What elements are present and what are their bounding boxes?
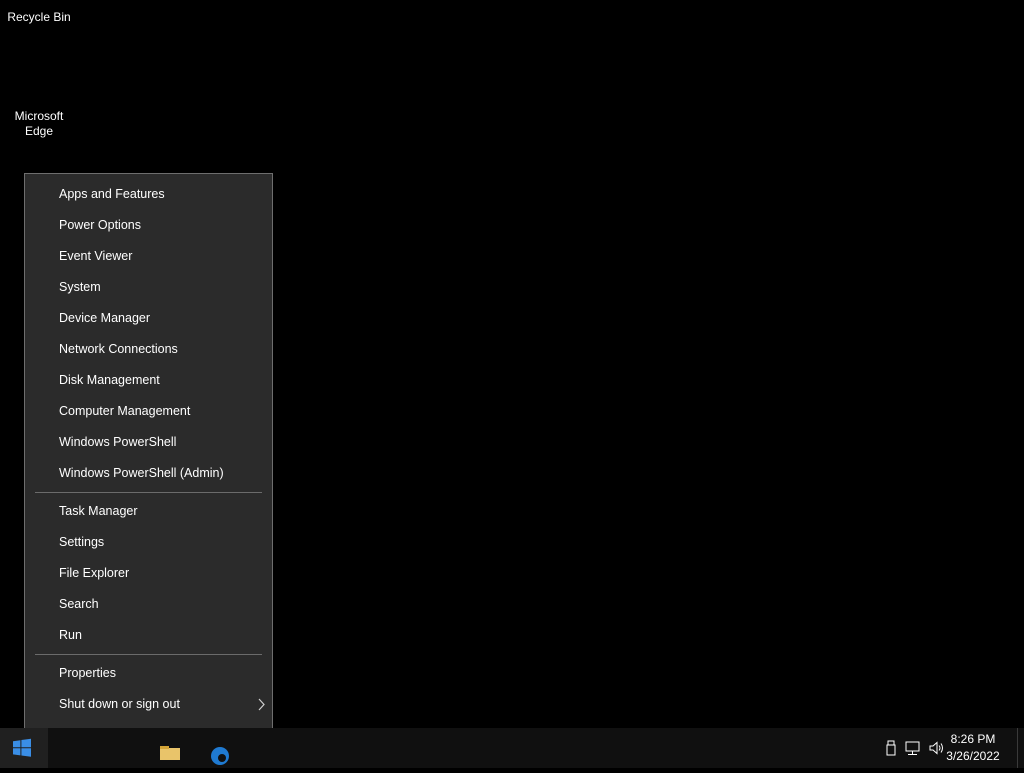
- menu-item-event-viewer[interactable]: Event Viewer: [25, 241, 272, 272]
- menu-item-disk-management[interactable]: Disk Management: [25, 365, 272, 396]
- edge-label-line2: Edge: [24, 124, 54, 138]
- edge-icon: [211, 747, 229, 765]
- menu-item-computer-management[interactable]: Computer Management: [25, 396, 272, 427]
- menu-group-shell-tools: Task Manager Settings File Explorer Sear…: [25, 496, 272, 651]
- winx-context-menu: Apps and Features Power Options Event Vi…: [24, 173, 273, 753]
- menu-separator: [35, 492, 262, 493]
- menu-item-run[interactable]: Run: [25, 620, 272, 651]
- menu-item-device-manager[interactable]: Device Manager: [25, 303, 272, 334]
- menu-item-search[interactable]: Search: [25, 589, 272, 620]
- menu-item-power-options[interactable]: Power Options: [25, 210, 272, 241]
- taskbar-app-edge[interactable]: [200, 728, 240, 768]
- edge-label-line1: Microsoft: [14, 109, 64, 123]
- menu-item-shut-down-or-sign-out[interactable]: Shut down or sign out: [25, 689, 272, 720]
- menu-item-system[interactable]: System: [25, 272, 272, 303]
- recycle-bin-label: Recycle Bin: [7, 10, 71, 24]
- microsoft-edge-shortcut[interactable]: Microsoft Edge: [1, 109, 77, 139]
- menu-item-shut-down-label: Shut down or sign out: [59, 697, 180, 711]
- menu-item-file-explorer[interactable]: File Explorer: [25, 558, 272, 589]
- clock-date: 3/26/2022: [946, 749, 1000, 763]
- recycle-bin-shortcut[interactable]: Recycle Bin: [1, 10, 77, 25]
- menu-item-network-connections[interactable]: Network Connections: [25, 334, 272, 365]
- menu-item-apps-and-features[interactable]: Apps and Features: [25, 179, 272, 210]
- taskbar-clock[interactable]: 8:26 PM 3/26/2022: [938, 731, 1008, 765]
- network-icon[interactable]: [904, 740, 922, 756]
- taskbar-app-file-explorer[interactable]: [150, 728, 190, 768]
- desktop: Recycle Bin Microsoft Edge Apps and Feat…: [0, 0, 1024, 753]
- menu-item-settings[interactable]: Settings: [25, 527, 272, 558]
- start-button[interactable]: [0, 728, 48, 768]
- show-desktop-button[interactable]: [1017, 728, 1024, 768]
- clock-time: 8:26 PM: [950, 732, 996, 746]
- chevron-right-icon: [256, 689, 266, 720]
- menu-separator: [35, 654, 262, 655]
- menu-item-windows-powershell[interactable]: Windows PowerShell: [25, 427, 272, 458]
- menu-item-properties[interactable]: Properties: [25, 658, 272, 689]
- menu-group-admin-tools: Apps and Features Power Options Event Vi…: [25, 179, 272, 489]
- windows-logo-icon: [13, 738, 31, 757]
- menu-item-windows-powershell-admin[interactable]: Windows PowerShell (Admin): [25, 458, 272, 489]
- usb-drive-icon[interactable]: [882, 740, 900, 756]
- folder-icon: [160, 746, 180, 760]
- taskbar: 8:26 PM 3/26/2022: [0, 728, 1024, 768]
- menu-item-task-manager[interactable]: Task Manager: [25, 496, 272, 527]
